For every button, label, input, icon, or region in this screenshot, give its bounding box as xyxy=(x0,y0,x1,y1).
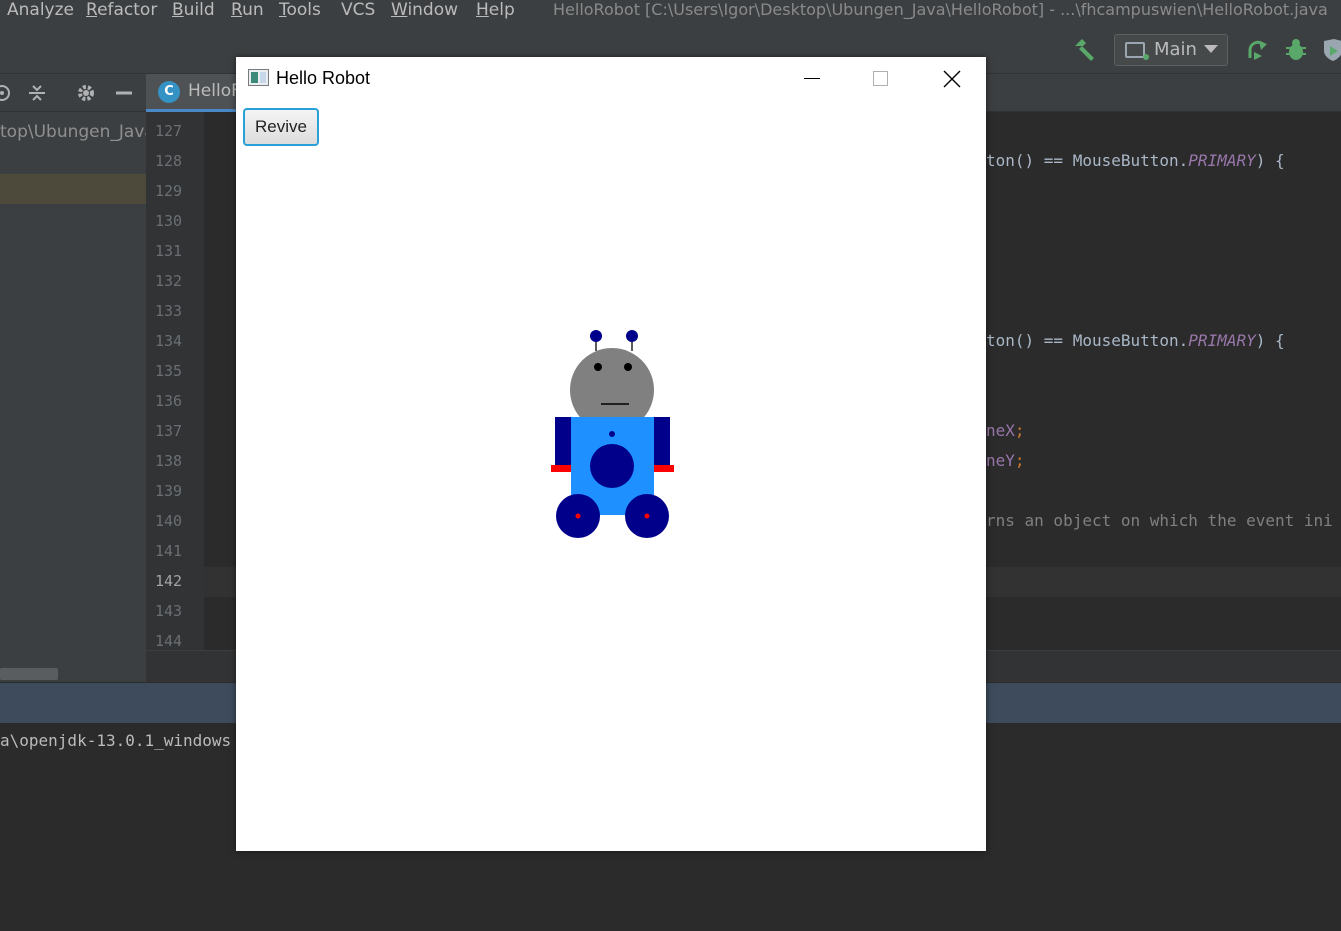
project-panel: top\Ubungen_Java xyxy=(0,112,155,682)
project-path: top\Ubungen_Java xyxy=(0,122,155,142)
line-number: 133 xyxy=(155,302,183,320)
run-configuration-label: Main xyxy=(1154,39,1197,60)
menu-tools[interactable]: Tools xyxy=(279,0,321,20)
gear-icon[interactable] xyxy=(76,83,96,103)
code-line: ton() == MouseButton.PRIMARY) { xyxy=(986,331,1285,350)
line-number: 135 xyxy=(155,362,183,380)
menu-run[interactable]: Run xyxy=(231,0,264,20)
editor-tab[interactable]: C HelloF xyxy=(146,74,246,112)
run-configuration-select[interactable]: Main xyxy=(1114,34,1228,66)
coverage-shield-icon[interactable] xyxy=(1322,38,1341,62)
left-wheel-hub xyxy=(575,513,581,519)
locate-file-icon[interactable] xyxy=(0,83,12,103)
console-output-line: a\openjdk-13.0.1_windows xyxy=(0,731,232,750)
code-line: ton() == MouseButton.PRIMARY) { xyxy=(986,151,1285,170)
running-indicator-icon xyxy=(1143,54,1149,60)
right-arm xyxy=(654,417,670,466)
line-number-gutter: 127 128 129 130 131 132 133 134 135 136 … xyxy=(146,112,204,650)
line-number: 141 xyxy=(155,542,183,560)
application-icon xyxy=(1125,42,1145,58)
right-hand xyxy=(654,465,674,472)
line-number: 144 xyxy=(155,632,183,650)
current-line-number: 142 xyxy=(155,572,183,590)
line-number: 143 xyxy=(155,602,183,620)
code-line: neY; xyxy=(986,451,1025,470)
project-panel-header xyxy=(0,74,146,112)
line-number: 137 xyxy=(155,422,183,440)
rerun-icon[interactable] xyxy=(1245,38,1269,62)
class-icon: C xyxy=(158,81,180,103)
left-antenna-ball xyxy=(590,330,602,342)
body-button xyxy=(609,431,615,437)
line-number: 139 xyxy=(155,482,183,500)
menu-help[interactable]: Help xyxy=(476,0,515,20)
line-number: 130 xyxy=(155,212,183,230)
line-number: 132 xyxy=(155,272,183,290)
chevron-down-icon xyxy=(1204,45,1218,53)
right-eye xyxy=(624,363,632,371)
code-comment-line: rns an object on which the event ini xyxy=(986,511,1333,530)
debug-bug-icon[interactable] xyxy=(1284,38,1308,62)
hello-robot-window: Hello Robot Revive xyxy=(236,57,986,851)
line-number: 131 xyxy=(155,242,183,260)
menu-bar: Analyze Refactor Build Run Tools VCS Win… xyxy=(0,0,1341,24)
right-antenna-ball xyxy=(626,330,638,342)
left-arm xyxy=(555,417,571,466)
robot-drawing xyxy=(551,330,674,538)
line-number: 138 xyxy=(155,452,183,470)
line-number: 127 xyxy=(155,122,183,140)
menu-window[interactable]: Window xyxy=(391,0,458,20)
build-hammer-icon[interactable] xyxy=(1072,38,1096,62)
selected-tree-node[interactable] xyxy=(0,174,146,204)
line-number: 129 xyxy=(155,182,183,200)
ide-window-title: HelloRobot [C:\Users\Igor\Desktop\Ubunge… xyxy=(553,0,1328,19)
collapse-all-icon[interactable] xyxy=(27,83,47,103)
line-number: 134 xyxy=(155,332,183,350)
right-wheel-hub xyxy=(644,513,650,519)
menu-refactor[interactable]: Refactor xyxy=(86,0,157,20)
horizontal-scrollbar[interactable] xyxy=(0,668,58,680)
line-number: 136 xyxy=(155,392,183,410)
line-number: 128 xyxy=(155,152,183,170)
hide-panel-icon[interactable] xyxy=(114,83,134,103)
body-core xyxy=(590,444,634,488)
left-eye xyxy=(594,363,602,371)
menu-analyze[interactable]: Analyze xyxy=(7,0,74,20)
editor-tab-label: HelloF xyxy=(188,81,241,101)
left-hand xyxy=(551,465,571,472)
line-number: 140 xyxy=(155,512,183,530)
code-line: neX; xyxy=(986,421,1025,440)
menu-vcs[interactable]: VCS xyxy=(341,0,375,20)
menu-build[interactable]: Build xyxy=(172,0,215,20)
